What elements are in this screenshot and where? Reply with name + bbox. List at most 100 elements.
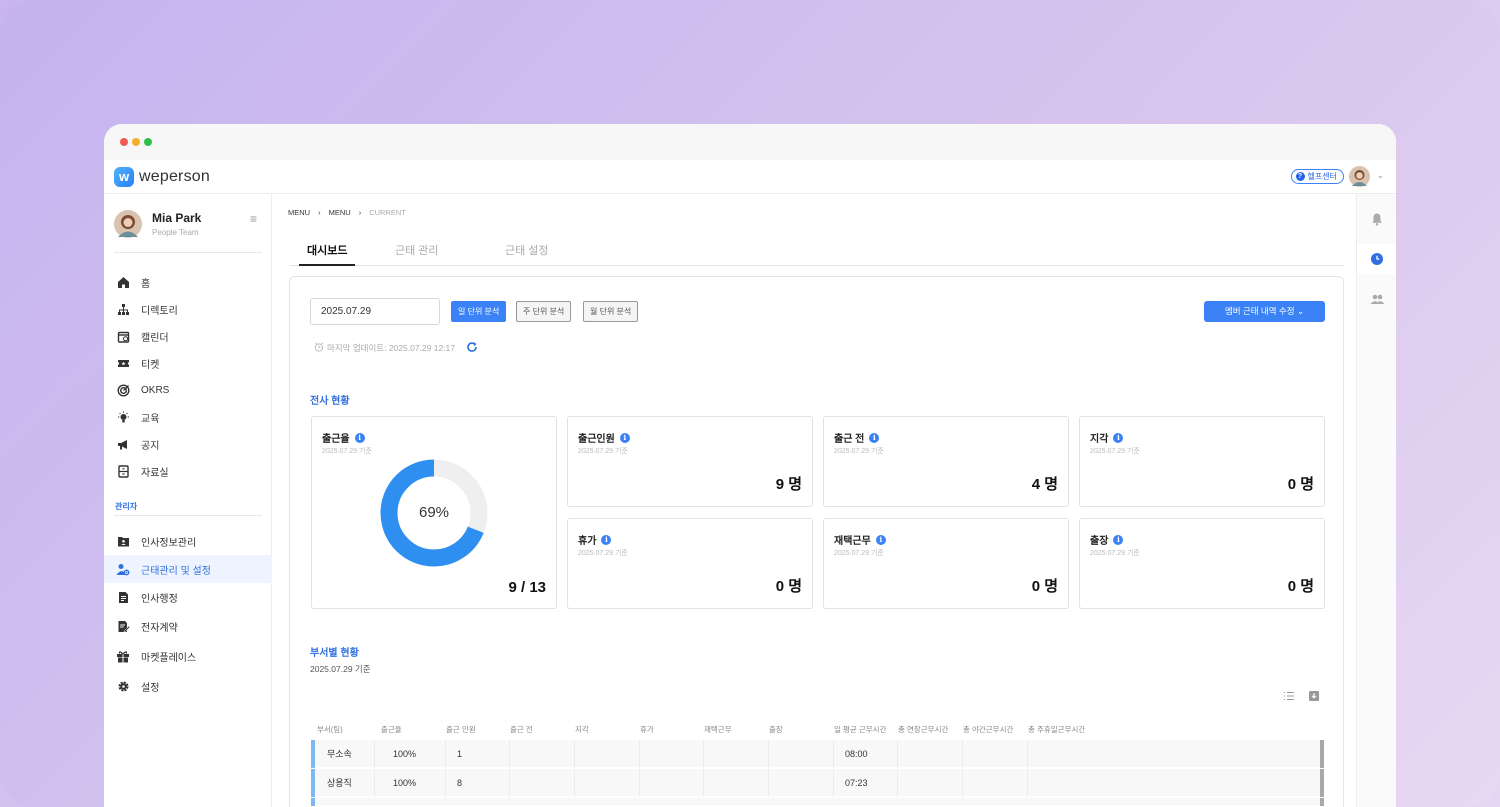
date-picker[interactable]: 2025.07.29	[310, 298, 440, 325]
breadcrumb-item[interactable]: MENU	[329, 208, 351, 217]
week-analysis-button[interactable]: 주 단위 분석	[516, 301, 572, 322]
sidebar-item-e-contract[interactable]: 전자계약	[104, 612, 272, 641]
sidebar-item-label: 디렉토리	[141, 306, 178, 317]
sidebar-item-directory[interactable]: 디렉토리	[104, 296, 272, 323]
sidebar-item-attendance[interactable]: 근태관리 및 설정	[104, 555, 272, 583]
sidebar-item-archive[interactable]: 자료실	[104, 458, 272, 485]
minimize-window-dot[interactable]	[132, 138, 140, 146]
cell-rate: 100%	[393, 740, 446, 768]
company-status-title: 전사 현황	[310, 396, 350, 407]
column-header: 총 주휴일근무시간	[1028, 725, 1086, 734]
day-analysis-button[interactable]: 일 단위 분석	[451, 301, 507, 322]
download-icon[interactable]	[1308, 690, 1320, 702]
scrollbar[interactable]	[1320, 769, 1324, 797]
archive-icon	[116, 465, 130, 479]
card-subtitle: 2025.07.29 기준	[578, 448, 628, 455]
gift-icon	[116, 649, 130, 663]
scrollbar[interactable]	[1320, 798, 1324, 806]
table-row[interactable]	[311, 798, 1324, 806]
card-title: 출근 전	[834, 434, 865, 445]
card-value: 0 명	[1287, 476, 1314, 493]
column-header: 휴가	[640, 725, 654, 734]
cell-avg-hours: 08:00	[845, 740, 898, 768]
profile-name: Mia Park	[152, 211, 202, 225]
info-icon[interactable]: i	[354, 432, 365, 443]
sidebar-item-label: 인사행정	[141, 594, 178, 605]
tab-bar: 대시보드 근태 관리 근태 설정	[290, 234, 1344, 266]
info-icon[interactable]: i	[1113, 534, 1124, 545]
help-center-button[interactable]: ? 헬프센터	[1290, 169, 1344, 184]
sidebar-item-label: 공지	[141, 441, 160, 452]
sidebar-item-calendar[interactable]: 캘린더	[104, 323, 272, 350]
window-titlebar	[104, 124, 1396, 160]
divider	[114, 515, 262, 516]
sidebar-item-label: 근태관리 및 설정	[141, 565, 211, 577]
megaphone-icon	[116, 438, 130, 452]
sidebar-item-ticket[interactable]: 티켓	[104, 350, 272, 377]
info-icon[interactable]: i	[869, 432, 880, 443]
menu-toggle-icon[interactable]: ≡	[250, 212, 257, 226]
chevron-down-icon[interactable]: ⌄	[1376, 170, 1384, 181]
close-window-dot[interactable]	[120, 138, 128, 146]
sidebar-item-marketplace[interactable]: 마켓플레이스	[104, 641, 272, 671]
table-row[interactable]: 무소속 100% 1 08:00	[311, 740, 1324, 768]
admin-nav: 인사정보관리 근태관리 및 설정 인사행정 전자계약 마켓플레이스 설정	[104, 527, 272, 701]
scrollbar[interactable]	[1320, 740, 1324, 768]
bell-icon[interactable]	[1369, 211, 1385, 227]
sidebar-item-label: 교육	[141, 414, 160, 425]
column-header: 출근율	[381, 725, 402, 734]
attendance-percent: 69%	[418, 504, 450, 521]
sidebar-item-home[interactable]: 홈	[104, 269, 272, 296]
app-logo[interactable]: w weperson	[114, 167, 210, 187]
ticket-icon	[116, 357, 130, 371]
chevron-right-icon: ›	[358, 208, 362, 217]
info-icon[interactable]: i	[601, 534, 612, 545]
column-header: 출근 전	[510, 725, 533, 734]
sidebar-item-label: 홈	[141, 279, 151, 290]
sidebar-item-label: 설정	[141, 682, 160, 694]
divider	[114, 252, 262, 253]
maximize-window-dot[interactable]	[144, 138, 152, 146]
card-title: 재택근무	[834, 536, 871, 547]
calendar-icon	[116, 330, 130, 344]
sidebar-item-label: 마켓플레이스	[141, 652, 197, 664]
cell-count: 1	[457, 740, 510, 768]
active-tab-indicator	[299, 264, 355, 266]
tab-attendance-management[interactable]: 근태 관리	[395, 242, 439, 258]
tab-attendance-settings[interactable]: 근태 설정	[505, 242, 549, 258]
breadcrumb-item[interactable]: MENU	[288, 208, 310, 217]
info-icon[interactable]: i	[619, 432, 630, 443]
info-icon[interactable]: i	[1113, 432, 1124, 443]
row-accent	[311, 798, 315, 806]
sidebar-item-label: 인사정보관리	[141, 537, 197, 549]
sidebar-item-notice[interactable]: 공지	[104, 431, 272, 458]
sidebar-item-okrs[interactable]: OKRS	[104, 377, 272, 404]
card-subtitle: 2025.07.29 기준	[322, 448, 372, 455]
tab-dashboard[interactable]: 대시보드	[307, 242, 347, 258]
clock-icon[interactable]	[1369, 251, 1385, 267]
logo-icon: w	[114, 167, 134, 187]
table-row[interactable]: 상용직 100% 8 07:23	[311, 769, 1324, 797]
id-folder-icon	[116, 534, 130, 548]
target-icon	[116, 384, 130, 398]
card-value: 4 명	[1031, 476, 1058, 493]
sidebar-item-hr-admin[interactable]: 인사행정	[104, 583, 272, 612]
column-header: 일 평균 근무시간	[834, 725, 887, 734]
last-update: 마지막 업데이트: 2025.07.29 12:17	[314, 341, 478, 355]
list-view-icon[interactable]	[1283, 690, 1295, 702]
stat-card-vacation: 휴가 i 2025.07.29 기준 0 명	[567, 518, 813, 609]
sidebar-item-education[interactable]: 교육	[104, 404, 272, 431]
people-icon[interactable]	[1369, 291, 1385, 307]
main-nav: 홈 디렉토리 캘린더 티켓 OKRS 교육 공지 자료실	[104, 269, 272, 485]
sidebar-item-hr-info[interactable]: 인사정보관리	[104, 527, 272, 555]
lightbulb-icon	[116, 411, 130, 425]
info-icon[interactable]: i	[875, 534, 886, 545]
profile[interactable]: Mia Park People Team	[114, 210, 201, 238]
sidebar-item-settings[interactable]: 설정	[104, 671, 272, 701]
row-accent	[311, 769, 315, 797]
sidebar: Mia Park People Team ≡ 홈 디렉토리 캘린더 티켓 OKR…	[104, 194, 272, 807]
edit-member-attendance-button[interactable]: 멤버 근태 내역 수정 ⌄	[1204, 301, 1325, 322]
user-avatar[interactable]	[1349, 166, 1370, 187]
refresh-icon[interactable]	[466, 341, 478, 355]
month-analysis-button[interactable]: 월 단위 분석	[583, 301, 639, 322]
